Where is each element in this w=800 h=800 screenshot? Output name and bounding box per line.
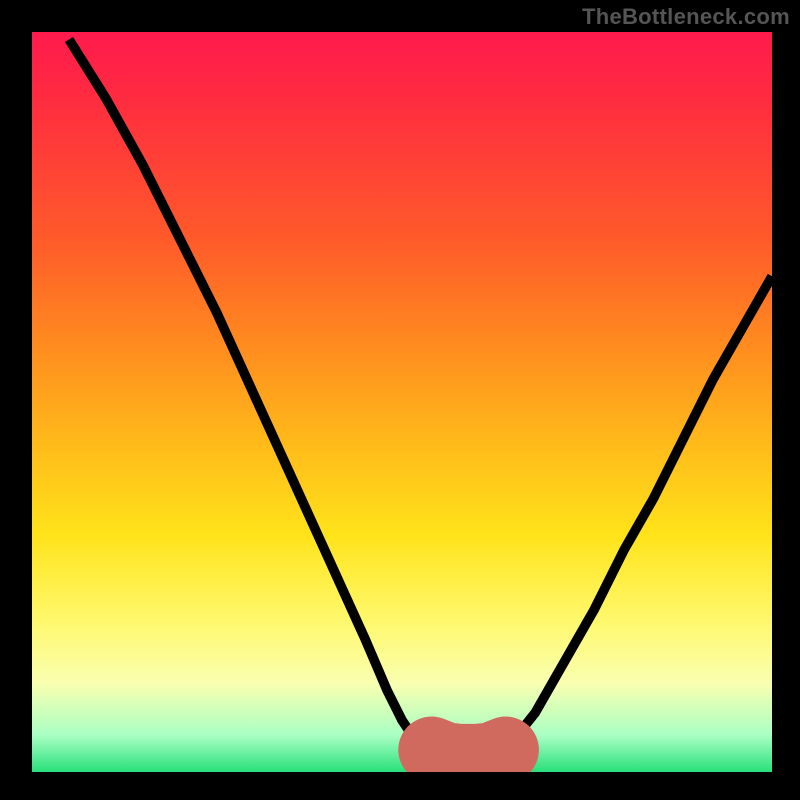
left-curve xyxy=(69,39,432,749)
chart-svg xyxy=(32,32,772,772)
right-curve xyxy=(506,276,772,750)
plot-area xyxy=(32,32,772,772)
chart-frame: TheBottleneck.com xyxy=(0,0,800,800)
flat-minimum-marker xyxy=(432,750,506,757)
watermark-text: TheBottleneck.com xyxy=(582,4,790,30)
